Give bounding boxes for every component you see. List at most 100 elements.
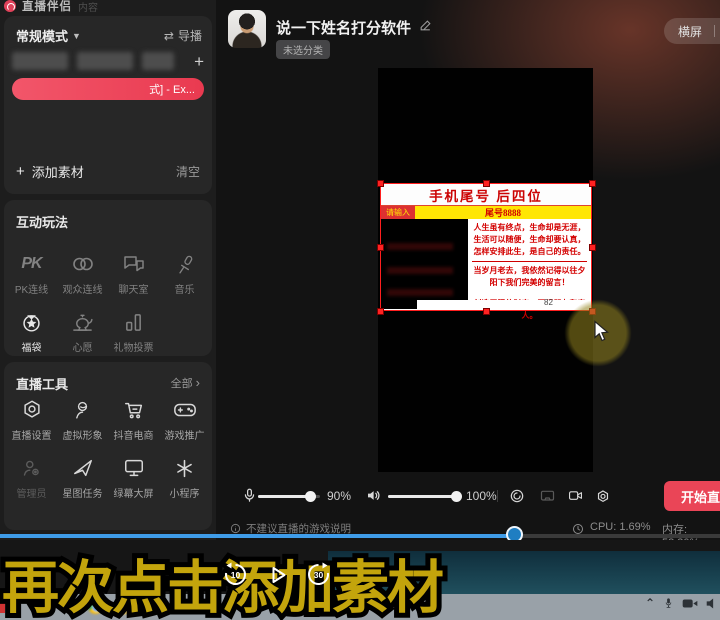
director-button[interactable]: ⇄ 导播 xyxy=(164,27,202,44)
sidebar-item-lucky-bag[interactable]: 福袋 xyxy=(6,310,57,354)
forward-30-button[interactable]: 30 xyxy=(305,561,332,588)
scene-tab-censored[interactable] xyxy=(12,52,68,70)
source-name-censored xyxy=(16,81,154,97)
chat-room-icon xyxy=(123,252,145,276)
sidebar-item-live-settings[interactable]: 直播设置 xyxy=(6,398,57,442)
selected-source-row[interactable]: 式] - Ex... xyxy=(12,78,204,100)
rewind-10-button[interactable]: 10 xyxy=(222,561,249,588)
sidebar-item-game-promo[interactable]: 游戏推广 xyxy=(159,398,210,442)
mic-slider-knob[interactable] xyxy=(305,491,316,502)
camera-icon[interactable] xyxy=(567,488,584,508)
speaker-volume-slider[interactable] xyxy=(388,495,458,498)
mic-volume-slider[interactable] xyxy=(258,495,320,498)
resize-handle-sw[interactable] xyxy=(377,308,384,315)
interact-title: 互动玩法 xyxy=(16,212,68,231)
sidebar-item-star-task[interactable]: 星图任务 xyxy=(57,456,108,500)
sidebar-item-admin[interactable]: 管理员 xyxy=(6,456,57,500)
director-label: 导播 xyxy=(178,27,202,44)
speaker-volume-value: 100% xyxy=(466,489,497,503)
scene-panel: 常规模式 ▼ ⇄ 导播 + 式] - Ex... + 添加素材 清空 xyxy=(4,16,212,194)
sidebar-item-audience-link[interactable]: 观众连线 xyxy=(57,252,108,296)
divider xyxy=(714,25,715,37)
selected-table-element[interactable]: 手机尾号 后四位 请输入 尾号8888 人生虽有终点，生命却是无涯，生活可以随便… xyxy=(380,183,592,311)
table-page-number: 82 xyxy=(544,298,553,307)
resize-handle-s[interactable] xyxy=(483,308,490,315)
ecommerce-cart-icon xyxy=(123,398,145,422)
game-promo-icon xyxy=(173,398,197,422)
resize-handle-n[interactable] xyxy=(483,180,490,187)
screen-cast-icon[interactable] xyxy=(539,488,556,509)
speaker-slider-knob[interactable] xyxy=(451,491,462,502)
divider xyxy=(497,490,498,502)
stream-settings-icon[interactable] xyxy=(595,488,611,509)
play-button[interactable] xyxy=(271,566,287,589)
chevron-down-icon: ▼ xyxy=(72,31,81,41)
table-corner-patch xyxy=(381,300,417,309)
table-tail-number: 尾号8888 xyxy=(415,206,591,219)
sidebar-item-wish[interactable]: 心愿 xyxy=(57,310,108,354)
tray-camera-icon[interactable] xyxy=(682,598,698,609)
sidebar-item-gift-vote[interactable]: 礼物投票 xyxy=(108,310,159,354)
table-input-label: 请输入 xyxy=(381,206,415,219)
scene-mode-dropdown[interactable]: 常规模式 xyxy=(16,26,68,45)
app-logo-badge: 内容 xyxy=(78,0,98,14)
sidebar-item-mini-program[interactable]: 小程序 xyxy=(159,456,210,500)
cpu-usage: CPU: 1.69% xyxy=(590,521,651,533)
speaker-icon[interactable] xyxy=(365,488,381,508)
table-quote: 当岁月老去，我依然记得以往夕阳下我们完美的留言！ xyxy=(472,265,587,289)
scene-tab-censored[interactable] xyxy=(77,52,133,70)
add-scene-icon[interactable]: + xyxy=(194,53,204,70)
resize-handle-w[interactable] xyxy=(377,244,384,251)
sidebar-item-ecommerce[interactable]: 抖音电商 xyxy=(108,398,159,442)
gift-vote-icon xyxy=(124,310,143,334)
pk-icon: PK xyxy=(21,252,41,276)
virtual-avatar-icon xyxy=(72,398,93,422)
mic-volume-value: 90% xyxy=(327,489,351,503)
mouse-cursor xyxy=(592,320,609,348)
admin-icon xyxy=(21,456,42,480)
star-task-icon xyxy=(72,456,94,480)
add-material-button[interactable]: 添加素材 xyxy=(32,162,84,181)
sidebar-item-chat-room[interactable]: 聊天室 xyxy=(108,252,159,296)
voice-effect-icon[interactable] xyxy=(509,488,525,509)
wish-icon xyxy=(71,310,94,334)
music-icon xyxy=(175,252,195,276)
sidebar-item-pk[interactable]: PK PK连线 xyxy=(6,252,57,296)
sidebar-item-green-screen[interactable]: 绿幕大屏 xyxy=(108,456,159,500)
chevron-right-icon: › xyxy=(196,375,200,390)
video-progress-bar[interactable] xyxy=(0,534,720,538)
scene-tab-censored[interactable] xyxy=(142,52,174,70)
page-title: 说一下姓名打分软件 xyxy=(276,17,411,38)
category-tag[interactable]: 未选分类 xyxy=(276,40,330,59)
mini-program-icon xyxy=(174,456,195,480)
system-tray: ⌃ xyxy=(645,596,716,610)
table-quotes-column: 人生虽有终点，生命却是无涯，生活可以随便，生命却要认真，怎样安排此生，是自己的责… xyxy=(468,219,591,300)
edit-title-icon[interactable] xyxy=(419,19,432,37)
green-screen-icon xyxy=(123,456,145,480)
app-logo-text: 直播伴侣 xyxy=(22,0,72,14)
audience-link-icon xyxy=(71,252,95,276)
clear-button[interactable]: 清空 xyxy=(176,163,200,180)
tutorial-video-strip: ⌃ 再次点击添加素材 再次点击添加素材 10 30 xyxy=(0,540,720,620)
tools-panel: 直播工具 全部 › 直播设置 虚拟形象 抖音电商 xyxy=(4,362,212,530)
landscape-button[interactable]: 横屏 xyxy=(664,18,720,44)
resize-handle-e[interactable] xyxy=(589,244,596,251)
start-live-button[interactable]: 开始直播 xyxy=(664,481,720,511)
tools-all-link[interactable]: 全部 › xyxy=(171,375,200,391)
sidebar-item-music[interactable]: 音乐 xyxy=(159,252,210,296)
table-censored-column xyxy=(381,219,468,300)
tray-speaker-icon[interactable] xyxy=(706,597,716,610)
avatar xyxy=(228,10,266,48)
table-quote: 人生虽有终点，生命却是无涯，生活可以随便，生命却要认真，怎样安排此生，是自己的责… xyxy=(472,222,587,262)
swap-icon: ⇄ xyxy=(164,29,174,43)
main-area: 说一下姓名打分软件 未选分类 横屏 手机尾号 后四位 请输入 尾号8888 人生… xyxy=(216,0,720,543)
tray-chevron-up-icon[interactable]: ⌃ xyxy=(645,596,655,610)
resize-handle-ne[interactable] xyxy=(589,180,596,187)
table-title: 手机尾号 后四位 xyxy=(381,184,591,206)
mic-icon[interactable] xyxy=(242,487,257,509)
interact-panel: 互动玩法 PK PK连线 观众连线 聊天室 xyxy=(4,200,212,356)
resize-handle-nw[interactable] xyxy=(377,180,384,187)
tray-mic-icon[interactable] xyxy=(663,596,674,610)
sidebar-item-virtual-avatar[interactable]: 虚拟形象 xyxy=(57,398,108,442)
live-settings-icon xyxy=(21,398,43,422)
